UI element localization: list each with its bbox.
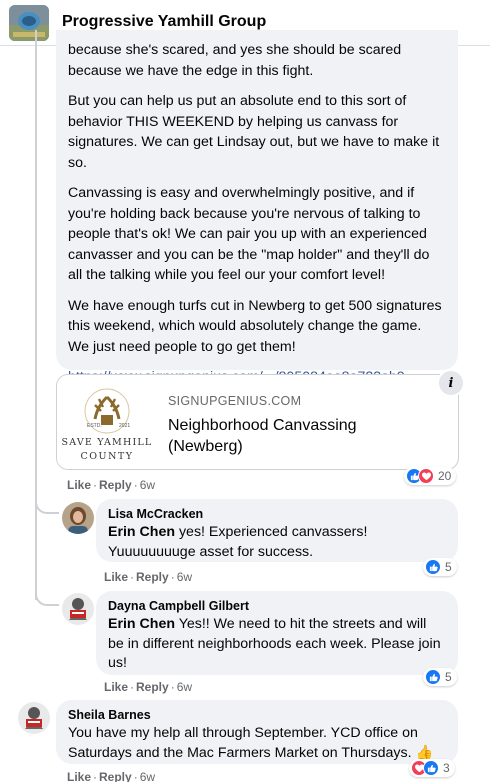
post-reactions[interactable]: 20 [404, 467, 457, 485]
reply-actions: Like · Reply · 6w [104, 570, 193, 584]
like-button[interactable]: Like [104, 680, 128, 694]
reply-reactions[interactable]: 5 [423, 558, 457, 576]
reply-bubble: Dayna Campbell Gilbert Erin Chen Yes!! W… [96, 591, 458, 675]
reply-bubble: Lisa McCracken Erin Chen yes! Experience… [96, 499, 458, 562]
like-reaction-icon [425, 669, 441, 685]
avatar[interactable] [18, 702, 50, 734]
like-button[interactable]: Like [67, 478, 91, 492]
avatar[interactable] [62, 502, 94, 534]
mention-link[interactable]: Erin Chen [108, 524, 175, 540]
post-paragraph: But you can help us put an absolute end … [68, 93, 440, 171]
timestamp[interactable]: 6w [140, 770, 155, 782]
link-preview-card[interactable]: ESTD. 2021 SAVE YAMHILL COUNTY SIGNUPGEN… [56, 374, 459, 470]
link-preview-domain: SIGNUPGENIUS.COM [168, 394, 302, 408]
thread-line [35, 30, 37, 600]
comment-actions: Like · Reply · 6w [67, 770, 156, 782]
timestamp[interactable]: 6w [177, 680, 192, 694]
thread-connector [35, 580, 59, 606]
like-button[interactable]: Like [104, 570, 128, 584]
like-button[interactable]: Like [67, 770, 91, 782]
comment-text: Erin Chen Yes!! We need to hit the stree… [108, 616, 441, 671]
thumb-line1: SAVE YAMHILL [62, 437, 153, 448]
comment-author[interactable]: Dayna Campbell Gilbert [108, 599, 446, 613]
thread-connector [35, 486, 59, 514]
link-preview-title: Neighborhood Canvassing (Newberg) [168, 417, 357, 455]
comment-author[interactable]: Sheila Barnes [68, 708, 446, 722]
reply-reactions[interactable]: 5 [423, 668, 457, 686]
post-paragraph: Canvassing is easy and overwhelmingly po… [68, 185, 430, 283]
thumb-estd: ESTD. [87, 423, 102, 429]
comment-bubble: Sheila Barnes You have my help all throu… [56, 700, 458, 764]
comment-author[interactable]: Lisa McCracken [108, 507, 446, 521]
timestamp[interactable]: 6w [177, 570, 192, 584]
reply-button[interactable]: Reply [136, 680, 169, 694]
like-reaction-icon [423, 760, 439, 776]
post-paragraph: because she's scared, and yes she should… [68, 42, 402, 79]
comment-reactions[interactable]: 3 [409, 759, 455, 777]
reply-actions: Like · Reply · 6w [104, 680, 193, 694]
comment-text: You have my help all through September. … [68, 725, 434, 761]
mention-link[interactable]: Erin Chen [108, 616, 175, 632]
group-avatar[interactable] [9, 5, 49, 41]
avatar[interactable] [62, 593, 94, 625]
thumb-line2: COUNTY [81, 451, 134, 462]
love-reaction-icon [418, 468, 434, 484]
reaction-count: 3 [443, 761, 450, 775]
info-icon[interactable]: i [437, 369, 465, 397]
like-reaction-icon [425, 559, 441, 575]
thumb-year: 2021 [119, 423, 130, 429]
post-text-bubble: because she's scared, and yes she should… [56, 30, 458, 385]
reaction-count: 5 [445, 670, 452, 684]
reply-button[interactable]: Reply [99, 770, 132, 782]
reaction-count: 5 [445, 560, 452, 574]
link-preview-thumbnail: ESTD. 2021 SAVE YAMHILL COUNTY [57, 375, 157, 469]
reply-button[interactable]: Reply [99, 478, 132, 492]
post-paragraph: We have enough turfs cut in Newberg to g… [68, 297, 442, 355]
timestamp[interactable]: 6w [140, 478, 155, 492]
group-name[interactable]: Progressive Yamhill Group [62, 13, 266, 31]
reaction-count: 20 [438, 469, 452, 483]
comment-text: Erin Chen yes! Experienced canvassers! Y… [108, 524, 368, 560]
reply-button[interactable]: Reply [136, 570, 169, 584]
post-actions: Like · Reply · 6w [67, 478, 156, 492]
